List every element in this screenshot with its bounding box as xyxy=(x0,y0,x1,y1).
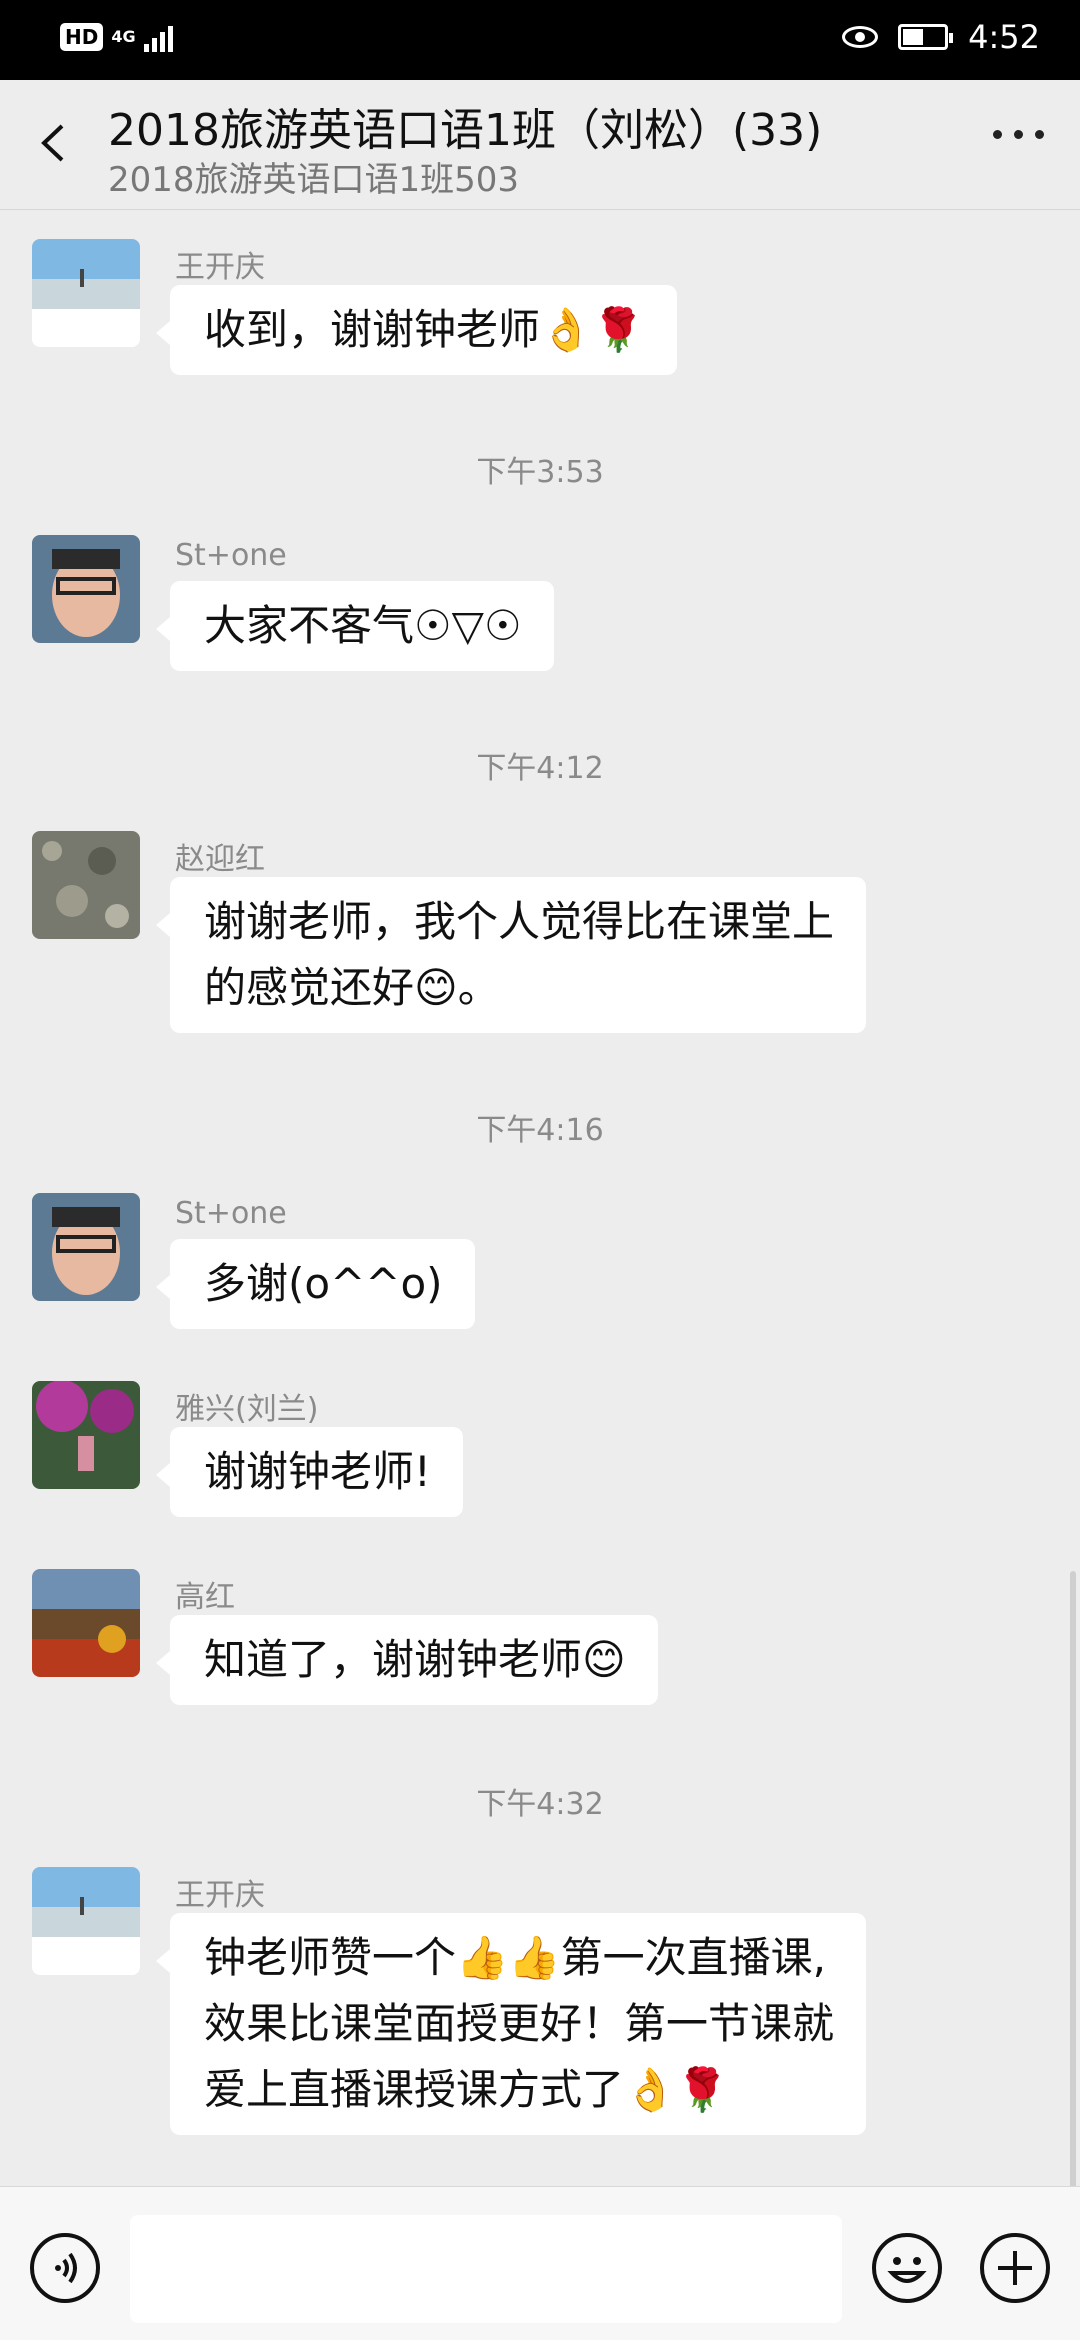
avatar[interactable] xyxy=(32,1193,140,1301)
message-line: 效果比课堂面授更好！第一节课就 xyxy=(204,1999,835,2048)
emoji-icon[interactable] xyxy=(870,2231,944,2305)
composer-bar xyxy=(0,2186,1080,2340)
chat-header: 2018旅游英语口语1班（刘松）(33) 2018旅游英语口语1班503 xyxy=(0,80,1080,210)
message-bubble[interactable]: 多谢(o^^o) xyxy=(156,1239,475,1329)
message-bubble[interactable]: 谢谢钟老师! xyxy=(156,1427,463,1517)
more-icon[interactable] xyxy=(993,130,1044,139)
voice-icon[interactable] xyxy=(28,2231,102,2305)
message-bubble[interactable]: 大家不客气☉▽☉ xyxy=(156,581,554,671)
message-input[interactable] xyxy=(130,2215,842,2323)
timestamp: 下午4:32 xyxy=(476,1787,604,1822)
sender-name: 高红 xyxy=(175,1580,235,1615)
sender-name: 赵迎红 xyxy=(175,842,265,877)
hd-icon: HD xyxy=(60,23,104,51)
message-line: 谢谢老师，我个人觉得比在课堂上 xyxy=(204,897,835,946)
message-bubble[interactable]: 谢谢老师，我个人觉得比在课堂上 的感觉还好😊。 xyxy=(155,877,867,1033)
scrollbar[interactable] xyxy=(1070,1571,1076,2186)
message-line: 钟老师赞一个👍👍第一次直播课, xyxy=(204,1933,826,1982)
avatar[interactable] xyxy=(32,239,140,347)
avatar[interactable] xyxy=(32,1381,140,1489)
sender-name: 雅兴(刘兰) xyxy=(175,1392,319,1427)
chat-title: 2018旅游英语口语1班（刘松）(33) xyxy=(108,105,823,156)
sender-name: St+one xyxy=(175,538,287,573)
status-bar: HD 4G 4:52 xyxy=(0,0,1080,80)
message-bubble[interactable]: 收到，谢谢钟老师👌🌹 xyxy=(156,285,677,375)
message-bubble[interactable]: 知道了，谢谢钟老师😊 xyxy=(156,1615,658,1705)
network-type: 4G xyxy=(111,27,136,46)
plus-icon[interactable] xyxy=(978,2231,1052,2305)
message-list[interactable]: 王开庆 收到，谢谢钟老师👌🌹 下午3:53 St+one 大家不客气☉▽☉ 下午… xyxy=(0,211,1080,2186)
avatar[interactable] xyxy=(32,831,140,939)
message-line: 爱上直播课授课方式了👌🌹 xyxy=(204,2065,729,2114)
sender-name: 王开庆 xyxy=(175,1878,265,1913)
clock: 4:52 xyxy=(968,18,1040,56)
back-arrow-icon[interactable] xyxy=(30,118,80,168)
eye-icon xyxy=(842,26,879,48)
sender-name: St+one xyxy=(175,1196,287,1231)
battery-icon xyxy=(898,24,954,50)
avatar[interactable] xyxy=(32,1867,140,1975)
sender-name: 王开庆 xyxy=(175,250,265,285)
message-line: 的感觉还好😊。 xyxy=(204,963,500,1012)
chat-subtitle: 2018旅游英语口语1班503 xyxy=(108,160,520,200)
avatar[interactable] xyxy=(32,1569,140,1677)
avatar[interactable] xyxy=(32,535,140,643)
timestamp: 下午3:53 xyxy=(476,455,604,490)
signal-icon xyxy=(143,22,173,52)
timestamp: 下午4:12 xyxy=(476,751,604,786)
timestamp: 下午4:16 xyxy=(476,1113,604,1148)
message-bubble[interactable]: 钟老师赞一个👍👍第一次直播课, 效果比课堂面授更好！第一节课就 爱上直播课授课方… xyxy=(155,1913,867,2135)
